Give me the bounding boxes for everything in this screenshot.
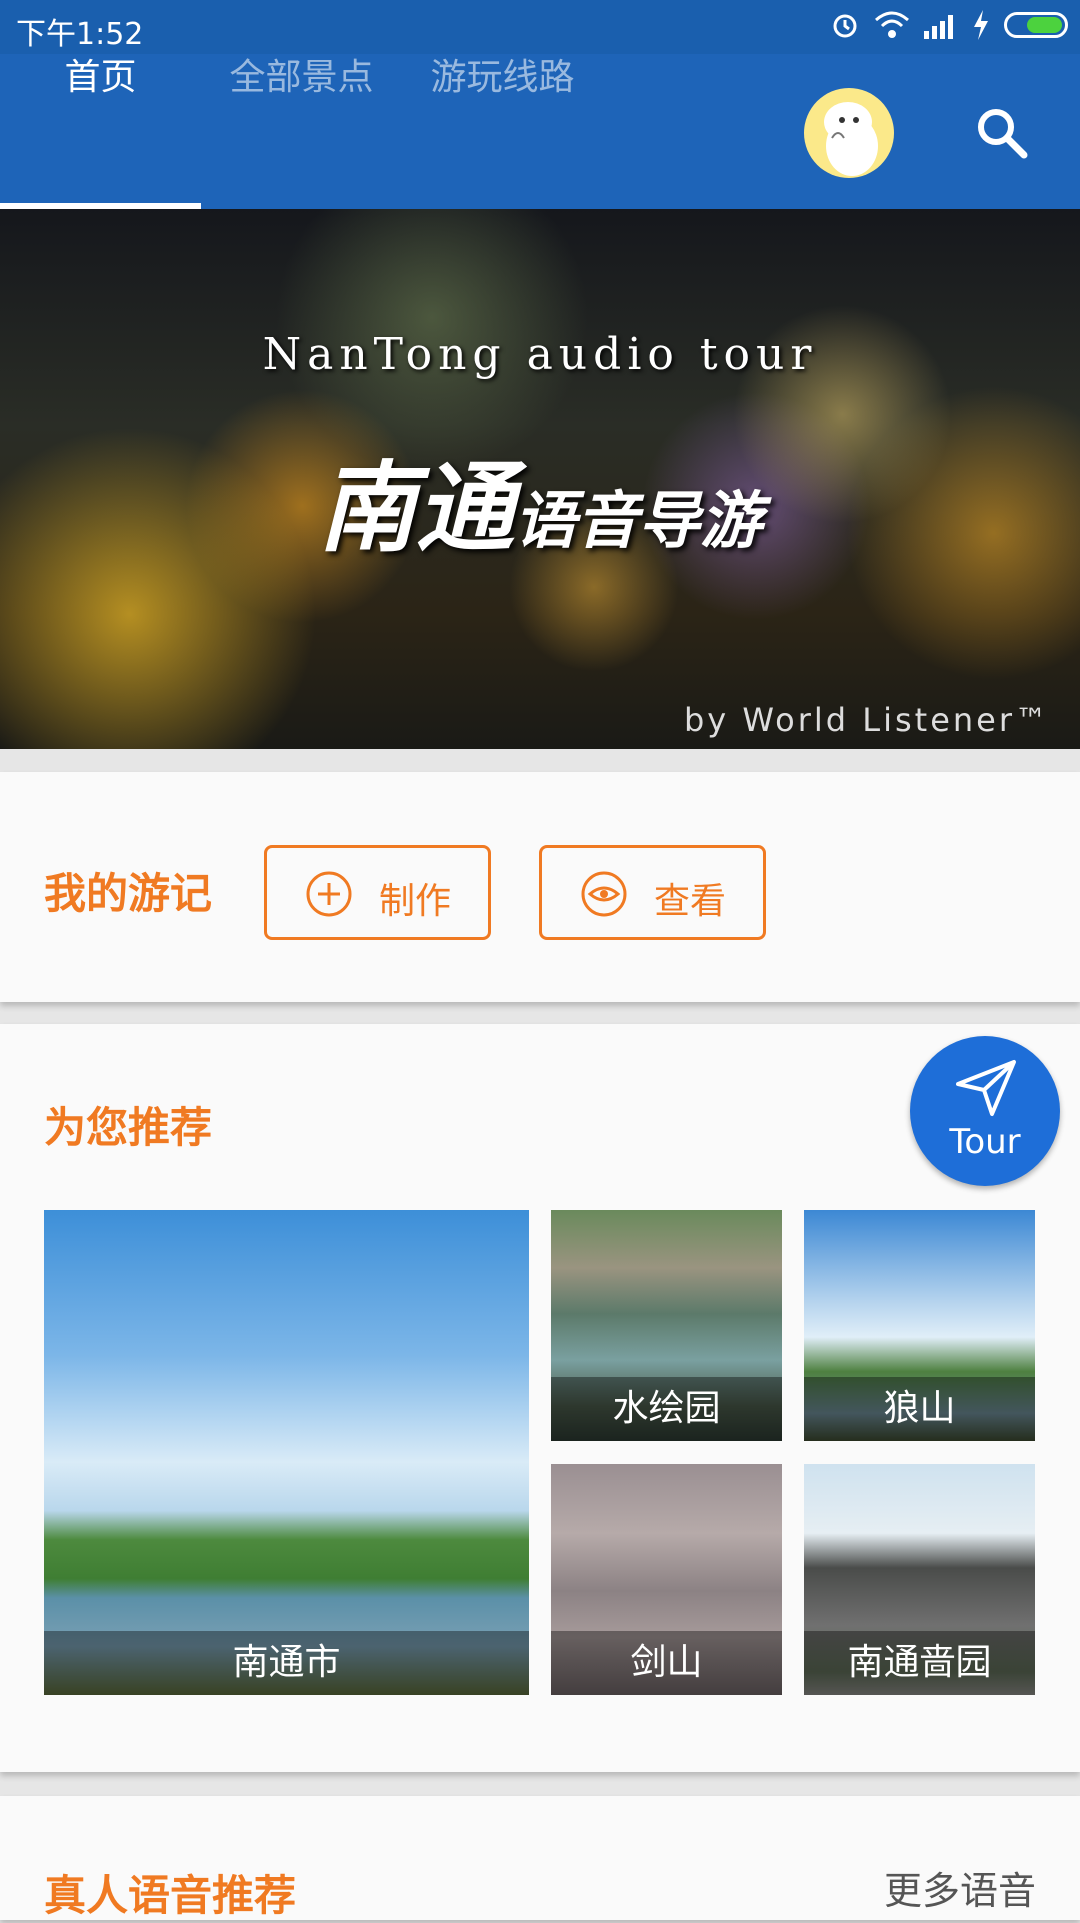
hero-banner[interactable]: NanTong audio tour 南通语音导游 by World Liste… bbox=[0, 209, 1080, 749]
banner-title-cn-small: 语音导游 bbox=[514, 484, 763, 557]
battery-icon bbox=[1004, 12, 1068, 38]
search-icon[interactable] bbox=[972, 103, 1032, 163]
spot-tile-nantong[interactable]: 南通市 bbox=[44, 1210, 529, 1695]
spot-tile-shuihuiyuan[interactable]: 水绘园 bbox=[551, 1210, 782, 1441]
banner-title-cn: 南通语音导游 bbox=[0, 429, 1080, 571]
wifi-icon bbox=[875, 11, 909, 38]
spot-tile-jianshan[interactable]: 剑山 bbox=[551, 1464, 782, 1695]
spot-caption: 南通啬园 bbox=[804, 1631, 1035, 1695]
navigation-arrow-icon bbox=[956, 1060, 1016, 1116]
banner-title-en: NanTong audio tour bbox=[262, 329, 818, 380]
travelogue-card: 我的游记 制作 查看 bbox=[0, 772, 1080, 1002]
travelogue-title: 我的游记 bbox=[44, 869, 213, 918]
status-icons bbox=[830, 10, 1068, 40]
tour-fab-button[interactable]: Tour bbox=[910, 1036, 1060, 1186]
make-travelogue-label: 制作 bbox=[379, 881, 452, 922]
view-travelogue-label: 查看 bbox=[654, 881, 727, 922]
signal-icon bbox=[924, 15, 953, 39]
banner-byline: by World Listener™ bbox=[683, 701, 1050, 739]
charging-icon bbox=[974, 10, 988, 40]
banner-title-cn-big: 南通 bbox=[317, 451, 514, 566]
spot-tile-seyuan[interactable]: 南通啬园 bbox=[804, 1464, 1035, 1695]
spot-tile-langshan[interactable]: 狼山 bbox=[804, 1210, 1035, 1441]
voice-title: 真人语音推荐 bbox=[44, 1871, 297, 1920]
recommend-title: 为您推荐 bbox=[44, 1103, 213, 1152]
voice-card: 真人语音推荐 更多语音 bbox=[0, 1796, 1080, 1920]
view-travelogue-button[interactable]: 查看 bbox=[539, 845, 766, 940]
spot-caption: 南通市 bbox=[44, 1631, 529, 1695]
tab-all-spots[interactable]: 全部景点 bbox=[201, 0, 402, 155]
eye-icon bbox=[581, 871, 627, 917]
spot-caption: 水绘园 bbox=[551, 1377, 782, 1441]
tour-label: Tour bbox=[949, 1122, 1021, 1162]
alarm-icon bbox=[833, 14, 857, 38]
avatar[interactable] bbox=[804, 88, 894, 178]
plus-circle-icon bbox=[306, 871, 352, 917]
tab-home[interactable]: 首页 bbox=[0, 0, 201, 155]
make-travelogue-button[interactable]: 制作 bbox=[264, 845, 491, 940]
more-voice-link[interactable]: 更多语音 bbox=[884, 1860, 1036, 1915]
spot-caption: 剑山 bbox=[551, 1631, 782, 1695]
spot-caption: 狼山 bbox=[804, 1377, 1035, 1441]
tab-routes[interactable]: 游玩线路 bbox=[402, 0, 603, 155]
